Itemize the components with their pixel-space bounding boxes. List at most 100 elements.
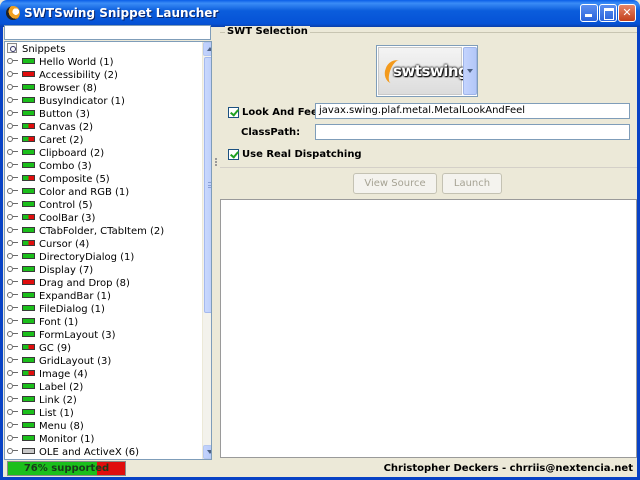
- expand-handle-icon[interactable]: [7, 316, 19, 326]
- scroll-down-icon[interactable]: [203, 445, 211, 459]
- expand-handle-icon[interactable]: [7, 173, 19, 183]
- tree-item-label: Font (1): [39, 317, 79, 328]
- tree-item[interactable]: Color and RGB (1): [7, 186, 164, 199]
- tree-item[interactable]: Hello World (1): [7, 56, 164, 69]
- expand-handle-icon[interactable]: [7, 394, 19, 404]
- expand-handle-icon[interactable]: [7, 433, 19, 443]
- look-and-feel-checkbox[interactable]: [228, 107, 239, 118]
- swt-implementation-combo[interactable]: swtswing: [376, 45, 478, 97]
- expand-handle-icon[interactable]: [7, 420, 19, 430]
- expand-handle-icon[interactable]: [7, 186, 19, 196]
- tree-item[interactable]: Browser (8): [7, 82, 164, 95]
- expand-handle-icon[interactable]: [7, 134, 19, 144]
- tree-item-label: Display (7): [39, 265, 94, 276]
- tree-item[interactable]: Cursor (4): [7, 238, 164, 251]
- tree-item[interactable]: BusyIndicator (1): [7, 95, 164, 108]
- minimize-icon[interactable]: [580, 4, 598, 22]
- separator: [220, 167, 637, 168]
- support-status-icon: [22, 435, 35, 441]
- tree-item[interactable]: Link (2): [7, 394, 164, 407]
- support-status-icon: [22, 149, 35, 155]
- scroll-up-icon[interactable]: [203, 42, 211, 56]
- support-status-icon: [22, 84, 35, 90]
- snippet-filter-input[interactable]: [4, 25, 211, 40]
- expand-handle-icon[interactable]: [7, 264, 19, 274]
- tree-item[interactable]: ExpandBar (1): [7, 290, 164, 303]
- expand-handle-icon[interactable]: [7, 303, 19, 313]
- tree-item[interactable]: Button (3): [7, 108, 164, 121]
- tree-item[interactable]: OLE and ActiveX (6): [7, 446, 164, 459]
- split-pane-divider[interactable]: [214, 25, 218, 458]
- tree-item[interactable]: Caret (2): [7, 134, 164, 147]
- expand-handle-icon[interactable]: [7, 407, 19, 417]
- tree-item[interactable]: Canvas (2): [7, 121, 164, 134]
- support-status-icon: [22, 175, 35, 181]
- expand-handle-icon[interactable]: [7, 212, 19, 222]
- tree-root-label: Snippets: [22, 44, 66, 55]
- tree-item[interactable]: Drag and Drop (8): [7, 277, 164, 290]
- look-and-feel-label: Look And Feel:: [242, 107, 326, 118]
- expand-handle-icon[interactable]: [7, 108, 19, 118]
- tree-item[interactable]: GridLayout (3): [7, 355, 164, 368]
- output-area[interactable]: [220, 199, 637, 458]
- expand-handle-icon[interactable]: [7, 329, 19, 339]
- tree-item[interactable]: Font (1): [7, 316, 164, 329]
- expand-handle-icon[interactable]: [7, 381, 19, 391]
- tree-root[interactable]: Snippets: [7, 43, 65, 56]
- expand-handle-icon[interactable]: [7, 56, 19, 66]
- tree-item[interactable]: Display (7): [7, 264, 164, 277]
- chevron-down-icon[interactable]: [463, 47, 477, 95]
- expand-handle-icon[interactable]: [7, 95, 19, 105]
- support-status-icon: [22, 409, 35, 415]
- tree-item[interactable]: GC (9): [7, 342, 164, 355]
- launch-button[interactable]: Launch: [442, 173, 502, 194]
- expand-handle-icon[interactable]: [7, 82, 19, 92]
- tree-item[interactable]: List (1): [7, 407, 164, 420]
- expand-handle-icon[interactable]: [7, 238, 19, 248]
- tree-item[interactable]: Clipboard (2): [7, 147, 164, 160]
- support-status-icon: [22, 110, 35, 116]
- expand-handle-icon[interactable]: [7, 225, 19, 235]
- expand-handle-icon[interactable]: [7, 277, 19, 287]
- tree-item[interactable]: CoolBar (3): [7, 212, 164, 225]
- support-status-icon: [22, 162, 35, 168]
- expand-handle-icon[interactable]: [7, 147, 19, 157]
- tree-item[interactable]: Composite (5): [7, 173, 164, 186]
- tree-item[interactable]: FileDialog (1): [7, 303, 164, 316]
- look-and-feel-field[interactable]: javax.swing.plaf.metal.MetalLookAndFeel: [315, 103, 630, 119]
- expand-handle-icon[interactable]: [7, 355, 19, 365]
- close-icon[interactable]: ✕: [618, 4, 636, 22]
- tree-item[interactable]: Label (2): [7, 381, 164, 394]
- tree-item[interactable]: DirectoryDialog (1): [7, 251, 164, 264]
- expand-handle-icon[interactable]: [7, 446, 19, 456]
- tree-scrollbar[interactable]: [202, 42, 211, 459]
- expand-handle-icon[interactable]: [7, 290, 19, 300]
- tree-item[interactable]: Combo (3): [7, 160, 164, 173]
- tree-item-label: Link (2): [39, 395, 77, 406]
- classpath-field[interactable]: [315, 124, 630, 140]
- expand-handle-icon[interactable]: [7, 69, 19, 79]
- tree-item[interactable]: CTabFolder, CTabItem (2): [7, 225, 164, 238]
- view-source-button[interactable]: View Source: [353, 173, 437, 194]
- group-title: SWT Selection: [225, 26, 310, 37]
- tree-item[interactable]: Menu (8): [7, 420, 164, 433]
- tree-item-label: ExpandBar (1): [39, 291, 111, 302]
- snippet-tree[interactable]: Snippets Hello World (1) Accessibility (2…: [4, 41, 212, 460]
- support-progress-bar: 76% supported: [7, 461, 126, 476]
- tree-item[interactable]: FormLayout (3): [7, 329, 164, 342]
- expand-handle-icon[interactable]: [7, 160, 19, 170]
- expand-handle-icon[interactable]: [7, 251, 19, 261]
- expand-handle-icon[interactable]: [7, 199, 19, 209]
- maximize-icon[interactable]: [599, 4, 617, 22]
- expand-handle-icon[interactable]: [7, 121, 19, 131]
- tree-item[interactable]: Accessibility (2): [7, 69, 164, 82]
- title-bar[interactable]: SWTSwing Snippet Launcher ✕: [0, 0, 640, 27]
- tree-item[interactable]: Image (4): [7, 368, 164, 381]
- tree-item[interactable]: Monitor (1): [7, 433, 164, 446]
- scroll-thumb[interactable]: [204, 57, 211, 313]
- tree-item[interactable]: Control (5): [7, 199, 164, 212]
- expand-handle-icon[interactable]: [7, 342, 19, 352]
- real-dispatching-checkbox[interactable]: [228, 149, 239, 160]
- expand-handle-icon[interactable]: [7, 368, 19, 378]
- tree-item-label: List (1): [39, 408, 74, 419]
